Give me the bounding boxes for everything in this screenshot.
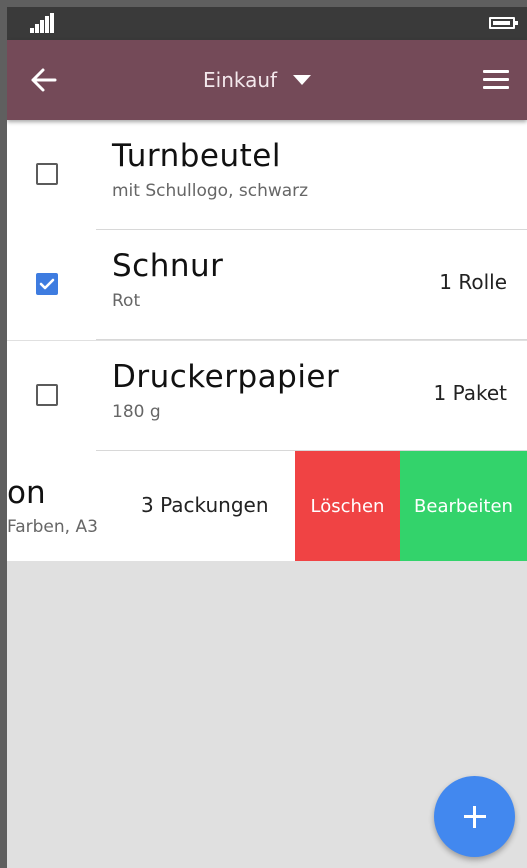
screen: Einkauf Turnbeutel mit Schullogo, schwar… <box>7 7 527 868</box>
item-subtitle: Farben, A3 <box>7 517 98 537</box>
list-item[interactable]: Turnbeutel mit Schullogo, schwarz <box>7 120 527 230</box>
swiped-list-item[interactable]: on Farben, A3 3 Packungen Löschen Bearbe… <box>7 451 527 561</box>
list-item[interactable]: Schnur Rot 1 Rolle <box>7 230 527 340</box>
item-subtitle: Rot <box>112 291 141 311</box>
add-item-button[interactable] <box>434 776 515 857</box>
item-quantity: 3 Packungen <box>141 493 269 517</box>
signal-icon <box>30 13 56 33</box>
check-icon <box>39 278 55 290</box>
list-item[interactable]: Druckerpapier 180 g 1 Paket <box>7 341 527 451</box>
checkbox[interactable] <box>36 163 58 185</box>
divider <box>96 339 527 340</box>
back-button[interactable] <box>29 62 69 98</box>
hamburger-menu-icon <box>483 70 509 73</box>
checkbox[interactable] <box>36 384 58 406</box>
item-title: Turnbeutel <box>112 138 281 174</box>
delete-button[interactable]: Löschen <box>295 451 400 561</box>
item-title: Schnur <box>112 248 224 284</box>
item-subtitle: 180 g <box>112 402 161 422</box>
item-title: on <box>7 475 46 511</box>
battery-icon <box>489 17 518 29</box>
app-bar: Einkauf <box>7 40 527 120</box>
menu-button[interactable] <box>481 66 511 94</box>
status-bar <box>7 7 527 40</box>
checkbox-checked[interactable] <box>36 273 58 295</box>
item-quantity: 1 Paket <box>433 381 507 405</box>
item-title: Druckerpapier <box>112 359 340 395</box>
page-title: Einkauf <box>203 68 278 92</box>
list-selector[interactable]: Einkauf <box>203 64 312 96</box>
edit-button[interactable]: Bearbeiten <box>400 451 527 561</box>
caret-down-icon <box>293 75 312 85</box>
arrow-left-icon <box>31 68 57 92</box>
item-quantity: 1 Rolle <box>439 270 507 294</box>
item-subtitle: mit Schullogo, schwarz <box>112 181 309 201</box>
